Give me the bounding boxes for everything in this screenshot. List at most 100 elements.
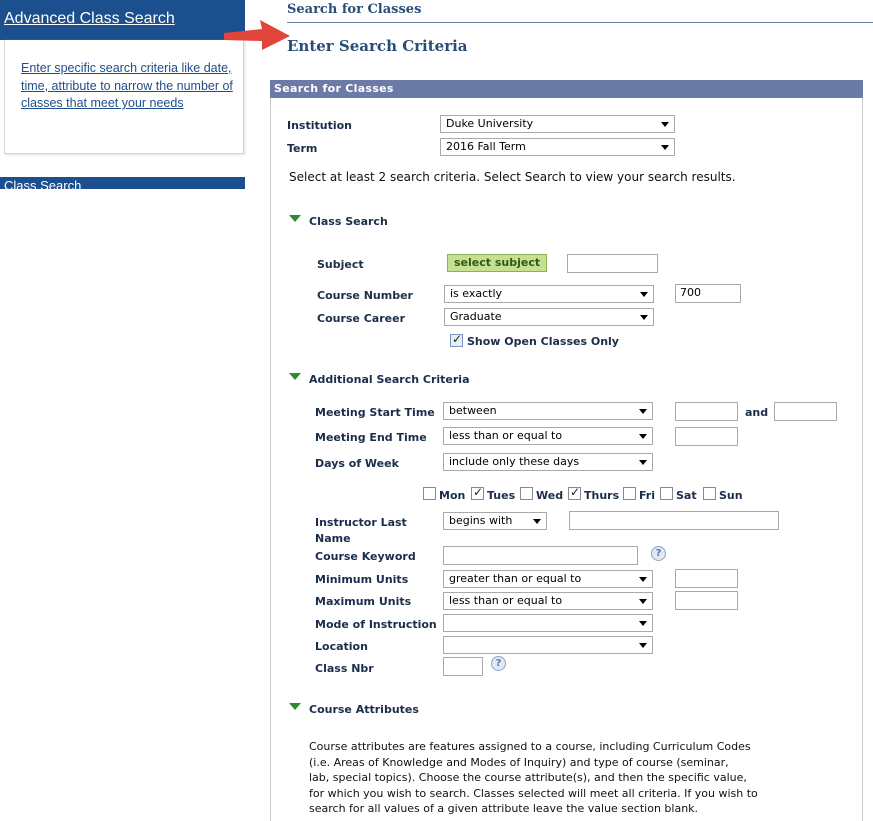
panel-title: Search for Classes: [274, 82, 394, 95]
chevron-down-icon: [639, 409, 647, 414]
sidebar-header: Advanced Class Search: [0, 0, 245, 40]
chevron-down-icon: [640, 315, 648, 320]
course-career-select[interactable]: Graduate: [444, 308, 654, 326]
meeting-end-operator-value: less than or equal to: [449, 429, 563, 442]
sidebar-header-class-search: Class Search: [0, 177, 245, 189]
meeting-start-time-input[interactable]: [675, 402, 738, 421]
show-open-classes-label: Show Open Classes Only: [467, 335, 619, 348]
chevron-down-icon: [661, 122, 669, 127]
and-label: and: [745, 406, 769, 419]
day-checkbox-fri[interactable]: [623, 487, 636, 500]
instructor-operator-select[interactable]: begins with: [443, 512, 547, 530]
minimum-units-operator-value: greater than or equal to: [449, 572, 582, 585]
chevron-down-icon: [533, 519, 541, 524]
day-label-sat: Sat: [676, 489, 697, 502]
maximum-units-operator-value: less than or equal to: [449, 594, 563, 607]
triangle-down-icon[interactable]: [289, 703, 301, 710]
attributes-line: Course attributes are features assigned …: [309, 740, 751, 753]
institution-label: Institution: [287, 119, 353, 132]
additional-criteria-section-label[interactable]: Additional Search Criteria: [309, 373, 470, 386]
show-open-classes-checkbox[interactable]: [450, 332, 463, 347]
chevron-down-icon: [639, 434, 647, 439]
meeting-start-operator-value: between: [449, 404, 497, 417]
select-subject-button[interactable]: select subject: [447, 254, 548, 272]
minimum-units-input[interactable]: [675, 569, 738, 588]
header-divider: [287, 22, 873, 23]
day-label-mon: Mon: [439, 489, 466, 502]
chevron-down-icon: [640, 292, 648, 297]
day-checkbox-thurs[interactable]: [568, 485, 581, 500]
triangle-down-icon[interactable]: [289, 215, 301, 222]
panel-header: Search for Classes: [270, 80, 863, 98]
term-select[interactable]: 2016 Fall Term: [440, 138, 675, 156]
class-nbr-input[interactable]: [443, 657, 483, 676]
course-attributes-section-label[interactable]: Course Attributes: [309, 703, 419, 716]
days-of-week-operator-value: include only these days: [449, 455, 580, 468]
attributes-line: lab, special topics). Choose the course …: [309, 771, 747, 784]
course-number-label: Course Number: [317, 289, 413, 302]
instructor-operator-value: begins with: [449, 514, 513, 527]
day-checkbox-sat[interactable]: [660, 487, 673, 500]
course-number-operator-value: is exactly: [450, 287, 503, 300]
course-keyword-input[interactable]: [443, 546, 638, 565]
maximum-units-input[interactable]: [675, 591, 738, 610]
course-keyword-label: Course Keyword: [315, 550, 416, 563]
sidebar-title-class-search[interactable]: Class Search: [4, 178, 81, 189]
meeting-end-time-input[interactable]: [675, 427, 738, 446]
minimum-units-operator-select[interactable]: greater than or equal to: [443, 570, 653, 588]
day-label-thurs: Thurs: [584, 489, 620, 502]
subject-input[interactable]: [567, 254, 658, 273]
chevron-down-icon: [639, 577, 647, 582]
days-of-week-operator-select[interactable]: include only these days: [443, 453, 653, 471]
page-subtitle: Enter Search Criteria: [287, 37, 468, 55]
course-number-operator-select[interactable]: is exactly: [444, 285, 654, 303]
instructor-last-name-input[interactable]: [569, 511, 779, 530]
maximum-units-operator-select[interactable]: less than or equal to: [443, 592, 653, 610]
instructor-label: Instructor Last: [315, 516, 407, 529]
location-label: Location: [315, 640, 368, 653]
chevron-down-icon: [639, 621, 647, 626]
chevron-down-icon: [639, 599, 647, 604]
course-number-input[interactable]: 700: [675, 284, 741, 303]
meeting-end-time-label: Meeting End Time: [315, 431, 427, 444]
sidebar-title-advanced-class-search[interactable]: Advanced Class Search: [4, 10, 175, 28]
attributes-line: for which you wish to search. Classes se…: [309, 786, 758, 800]
day-checkbox-tues[interactable]: [471, 485, 484, 500]
meeting-start-time-input-2[interactable]: [774, 402, 837, 421]
meeting-start-operator-select[interactable]: between: [443, 402, 653, 420]
sidebar-description-box: Enter specific search criteria like date…: [4, 40, 244, 154]
attributes-line: (i.e. Areas of Knowledge and Modes of In…: [309, 755, 729, 769]
instructions-text: Select at least 2 search criteria. Selec…: [289, 170, 736, 184]
mode-of-instruction-label: Mode of Instruction: [315, 618, 437, 631]
day-checkbox-sun[interactable]: [703, 487, 716, 500]
institution-select[interactable]: Duke University: [440, 115, 675, 133]
triangle-down-icon[interactable]: [289, 373, 301, 380]
course-career-label: Course Career: [317, 312, 405, 325]
day-label-tues: Tues: [487, 489, 516, 502]
day-checkbox-wed[interactable]: [520, 487, 533, 500]
help-icon[interactable]: ?: [491, 656, 506, 671]
minimum-units-label: Minimum Units: [315, 573, 409, 586]
institution-value: Duke University: [446, 117, 534, 130]
class-search-section-label[interactable]: Class Search: [309, 215, 388, 228]
chevron-down-icon: [639, 460, 647, 465]
chevron-down-icon: [639, 643, 647, 648]
instructor-label-line2: Name: [315, 532, 351, 545]
location-select[interactable]: [443, 636, 653, 654]
class-nbr-label: Class Nbr: [315, 662, 374, 675]
course-attributes-description: Course attributes are features assigned …: [309, 739, 839, 817]
sidebar-description-link[interactable]: Enter specific search criteria like date…: [21, 60, 235, 113]
day-checkbox-mon[interactable]: [423, 487, 436, 500]
term-value: 2016 Fall Term: [446, 140, 526, 153]
days-of-week-label: Days of Week: [315, 457, 399, 470]
meeting-start-time-label: Meeting Start Time: [315, 406, 435, 419]
mode-of-instruction-select[interactable]: [443, 614, 653, 632]
attributes-line: search for all values of a given attribu…: [309, 802, 699, 815]
day-label-sun: Sun: [719, 489, 743, 502]
chevron-down-icon: [661, 145, 669, 150]
help-icon[interactable]: ?: [651, 546, 666, 561]
red-arrow-icon: [224, 20, 290, 50]
meeting-end-operator-select[interactable]: less than or equal to: [443, 427, 653, 445]
page-title: Search for Classes: [287, 2, 422, 17]
day-label-wed: Wed: [536, 489, 564, 502]
